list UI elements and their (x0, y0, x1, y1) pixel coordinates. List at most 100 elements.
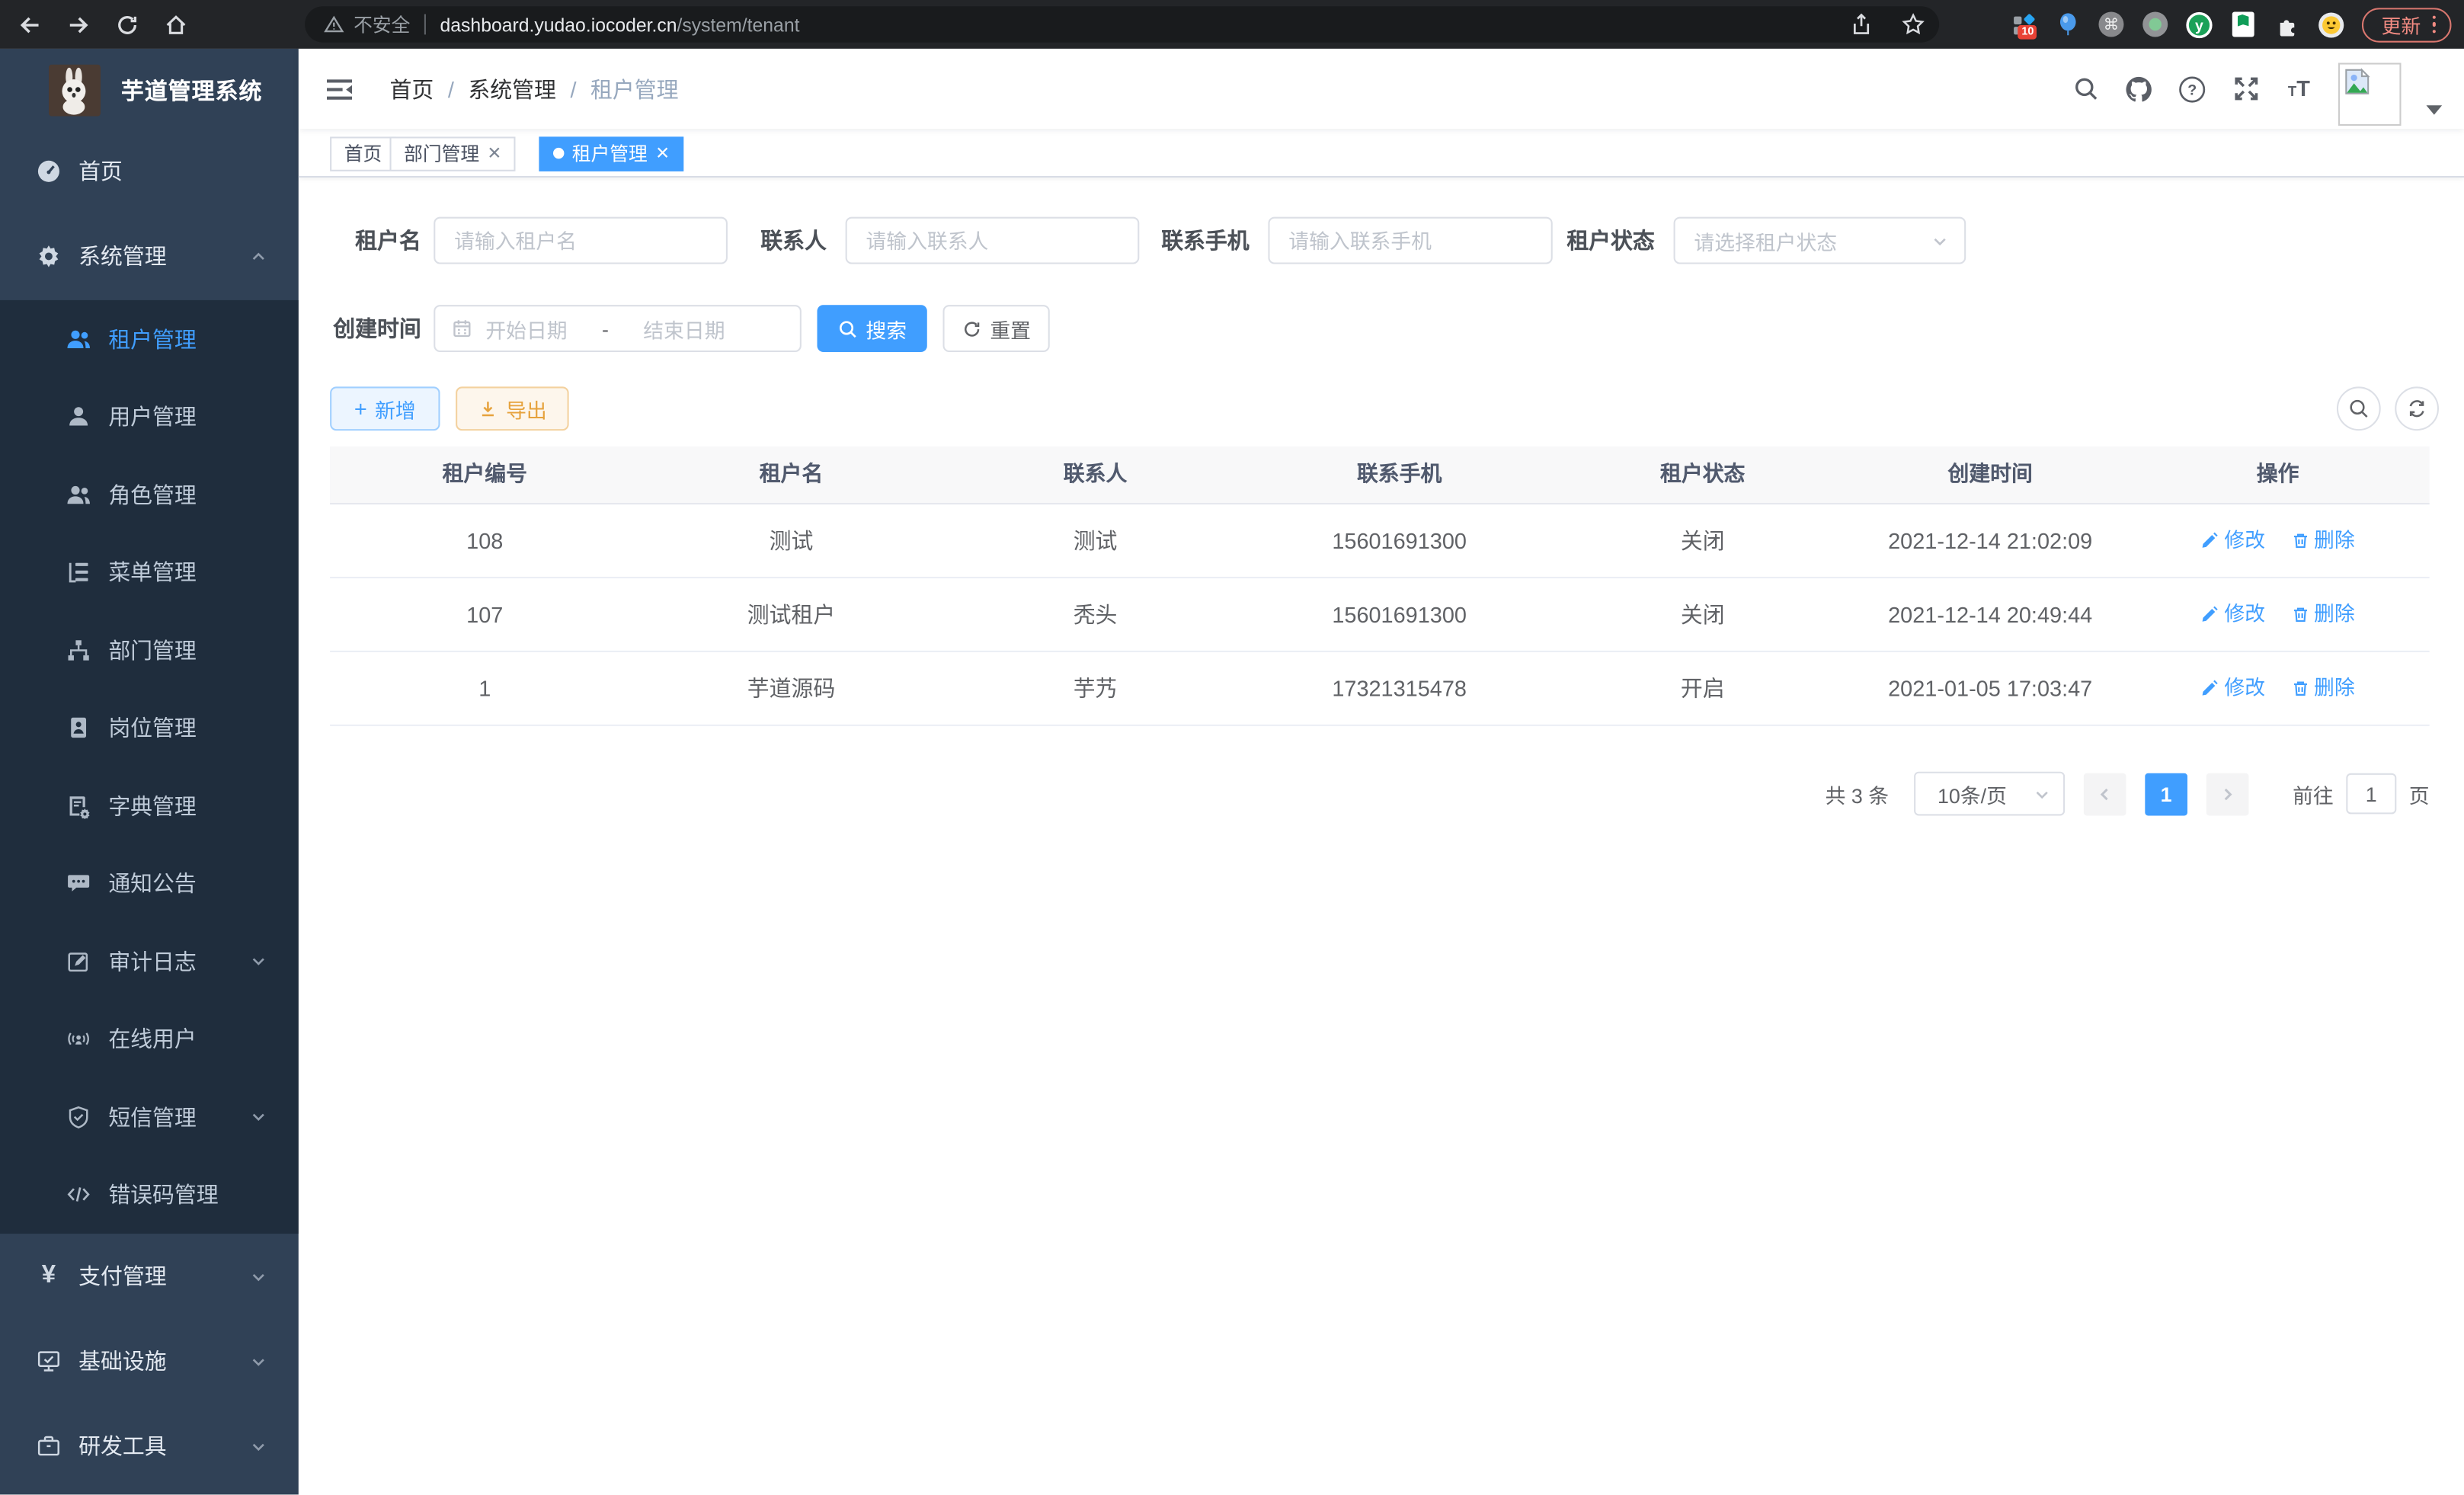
fullscreen-icon[interactable] (2232, 75, 2260, 103)
chevron-down-icon (2034, 785, 2051, 802)
sidebar-item-post[interactable]: 岗位管理 (0, 689, 299, 767)
current-page-button[interactable]: 1 (2145, 773, 2187, 815)
table-row[interactable]: 107 测试租户 秃头 15601691300 关闭 2021-12-14 20… (330, 578, 2430, 652)
extension-y-icon[interactable]: y (2187, 11, 2213, 37)
breadcrumb-home[interactable]: 首页 (390, 73, 434, 104)
cell-created: 2021-12-14 20:49:44 (1854, 578, 2126, 651)
sidebar-item-label: 角色管理 (108, 479, 197, 511)
delete-link[interactable]: 删除 (2290, 652, 2355, 725)
sidebar-item-user[interactable]: 用户管理 (0, 378, 299, 456)
sidebar-item-label: 用户管理 (108, 401, 197, 432)
extension-flag-icon[interactable] (2231, 11, 2258, 37)
tag-tenant[interactable]: 租户管理 ✕ (539, 136, 683, 170)
refresh-table-button[interactable] (2395, 386, 2439, 431)
sidebar-item-notice[interactable]: 通知公告 (0, 845, 299, 923)
edit-link[interactable]: 修改 (2200, 578, 2265, 651)
browser-update-button[interactable]: 更新 (2363, 7, 2452, 41)
extensions-puzzle-icon[interactable] (2274, 11, 2301, 37)
sidebar-item-sms[interactable]: 短信管理 (0, 1078, 299, 1156)
sidebar-item-audit-log[interactable]: 审计日志 (0, 923, 299, 1000)
sidebar-item-error-code[interactable]: 错误码管理 (0, 1156, 299, 1234)
next-page-button[interactable] (2206, 773, 2249, 815)
prev-page-button[interactable] (2084, 773, 2126, 815)
search-button[interactable]: 搜索 (818, 305, 927, 352)
add-button[interactable]: + 新增 (330, 386, 440, 431)
sidebar-item-menu[interactable]: 菜单管理 (0, 533, 299, 611)
sidebar-collapse-icon[interactable] (325, 75, 354, 104)
sidebar-item-label: 系统管理 (78, 241, 167, 272)
roles-users-icon (66, 482, 91, 507)
browser-menu-dots-icon[interactable] (2432, 15, 2436, 34)
svg-text:?: ? (2187, 82, 2197, 98)
font-size-icon[interactable]: TT (2285, 75, 2313, 103)
reload-icon[interactable] (114, 11, 140, 37)
toggle-search-button[interactable] (2337, 386, 2381, 431)
sidebar-item-dict[interactable]: 字典管理 (0, 767, 299, 845)
svg-text:⌘: ⌘ (2104, 15, 2120, 34)
extension-balloon-icon[interactable] (2055, 11, 2082, 37)
date-range-input[interactable]: 开始日期 - 结束日期 (434, 305, 802, 352)
cell-id: 108 (330, 504, 639, 577)
sidebar-item-label: 部门管理 (108, 635, 197, 666)
not-secure-warning-icon[interactable] (324, 11, 344, 37)
edit-link[interactable]: 修改 (2200, 652, 2265, 725)
status-select[interactable]: 请选择租户状态 (1674, 217, 1966, 264)
home-icon[interactable] (162, 11, 188, 37)
edit-link[interactable]: 修改 (2200, 504, 2265, 577)
chevron-up-icon (250, 248, 267, 265)
profile-avatar-icon[interactable] (2318, 11, 2345, 37)
sidebar-item-label: 短信管理 (108, 1101, 197, 1132)
sidebar-item-dev-tools[interactable]: 研发工具 (0, 1404, 299, 1488)
trash-icon (2290, 531, 2309, 550)
chat-bubble-icon (66, 871, 91, 896)
cell-id: 1 (330, 652, 639, 725)
share-icon[interactable] (1848, 11, 1875, 37)
extension-tabs-icon[interactable]: 10 (2011, 11, 2037, 37)
calendar-icon (451, 318, 473, 340)
table-row[interactable]: 1 芋道源码 芋艿 17321315478 开启 2021-01-05 17:0… (330, 652, 2430, 726)
close-icon[interactable]: ✕ (655, 143, 670, 164)
table-row[interactable]: 108 测试 测试 15601691300 关闭 2021-12-14 21:0… (330, 504, 2430, 578)
tag-home[interactable]: 首页 (330, 136, 396, 170)
mobile-label: 联系手机 (1139, 217, 1249, 264)
page-size-select[interactable]: 10条/页 (1914, 772, 2065, 816)
delete-link[interactable]: 删除 (2290, 504, 2355, 577)
extension-record-icon[interactable] (2142, 11, 2169, 37)
search-icon (2347, 398, 2370, 420)
sidebar-item-home[interactable]: 首页 (0, 130, 299, 212)
sidebar-item-pay[interactable]: ¥ 支付管理 (0, 1234, 299, 1318)
sidebar-item-online-users[interactable]: 在线用户 (0, 1000, 299, 1078)
contact-input[interactable] (846, 217, 1140, 264)
sidebar-item-role[interactable]: 角色管理 (0, 456, 299, 533)
monitor-icon (36, 1349, 61, 1374)
help-icon[interactable]: ? (2178, 75, 2206, 103)
forward-icon[interactable] (65, 11, 91, 37)
mobile-input[interactable] (1268, 217, 1552, 264)
header-search-icon[interactable] (2071, 75, 2099, 103)
sidebar-item-tenant[interactable]: 租户管理 (0, 300, 299, 378)
address-bar[interactable]: 不安全 dashboard.yudao.iocoder.cn/system/te… (305, 6, 1939, 42)
audit-log-icon (66, 949, 91, 974)
reset-button[interactable]: 重置 (943, 305, 1050, 352)
url-host: dashboard.yudao.iocoder.cn (440, 14, 677, 36)
sidebar-item-infra[interactable]: 基础设施 (0, 1318, 299, 1403)
search-icon (837, 319, 858, 339)
bookmark-star-icon[interactable] (1900, 11, 1927, 37)
breadcrumb-system[interactable]: 系统管理 (468, 73, 556, 104)
chevron-down-icon (250, 952, 267, 970)
github-icon[interactable] (2125, 75, 2153, 103)
back-icon[interactable] (16, 11, 43, 37)
avatar-dropdown-caret[interactable] (2427, 104, 2443, 114)
extension-command-icon[interactable]: ⌘ (2098, 11, 2125, 37)
sidebar-item-system[interactable]: 系统管理 (0, 212, 299, 300)
export-button[interactable]: 导出 (456, 386, 569, 431)
user-avatar[interactable] (2338, 62, 2402, 125)
breadcrumb: 首页 / 系统管理 / 租户管理 (390, 49, 679, 129)
tenant-name-input[interactable] (434, 217, 728, 264)
goto-page-input[interactable] (2346, 773, 2396, 815)
delete-link[interactable]: 删除 (2290, 578, 2355, 651)
app-logo-row[interactable]: 芋道管理系统 (0, 49, 299, 130)
tag-dept[interactable]: 部门管理 ✕ (390, 136, 516, 170)
close-icon[interactable]: ✕ (487, 143, 501, 164)
sidebar-item-dept[interactable]: 部门管理 (0, 611, 299, 689)
